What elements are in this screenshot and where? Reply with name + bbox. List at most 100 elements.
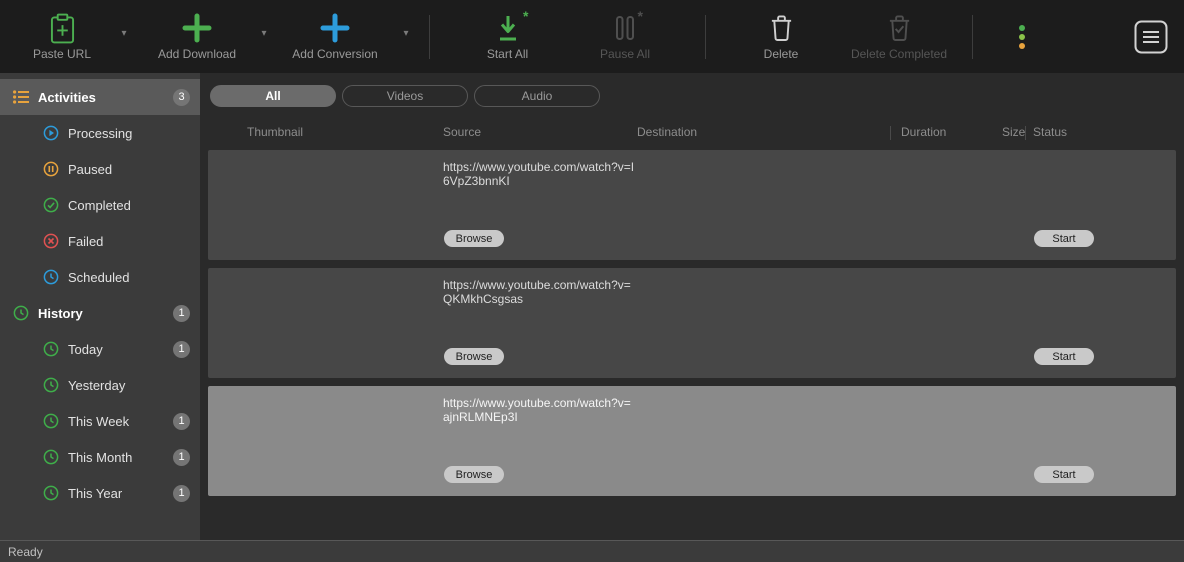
trash-check-icon xyxy=(887,10,912,46)
toolbar-separator xyxy=(429,14,430,59)
download-row[interactable]: https://www.youtube.com/watch?v= QKMkhCs… xyxy=(208,268,1176,378)
sidebar-item-label: Activities xyxy=(38,89,96,105)
delete-completed-button[interactable]: Delete Completed xyxy=(836,0,962,73)
add-download-plus-icon xyxy=(182,10,212,46)
toolbar-separator xyxy=(972,14,973,59)
paste-url-label: Paste URL xyxy=(32,47,92,61)
source-url-line: 6VpZ3bnnKI xyxy=(443,174,510,189)
hamburger-menu-icon xyxy=(1134,20,1168,53)
download-list: https://www.youtube.com/watch?v=I 6VpZ3b… xyxy=(208,150,1176,496)
processing-play-icon xyxy=(42,125,59,142)
pause-all-button[interactable]: * Pause All xyxy=(575,0,675,73)
paste-url-clipboard-icon xyxy=(50,10,75,46)
asterisk-badge: * xyxy=(523,8,529,24)
today-clock-icon xyxy=(42,341,59,358)
count-badge: 1 xyxy=(173,412,190,430)
sidebar-item-label: Yesterday xyxy=(68,377,126,393)
more-options-button[interactable] xyxy=(983,0,1061,73)
sidebar-item-label: Today xyxy=(68,341,103,357)
delete-completed-label: Delete Completed xyxy=(850,47,948,61)
sidebar-item-label: This Month xyxy=(68,449,133,465)
filter-tab-videos[interactable]: Videos xyxy=(342,85,468,107)
column-header-size: Size xyxy=(1002,125,1026,139)
scheduled-clock-icon xyxy=(42,269,59,286)
browse-button[interactable]: Browse xyxy=(444,230,504,247)
count-badge: 1 xyxy=(173,340,190,358)
sidebar-item-label: Scheduled xyxy=(68,269,130,285)
sidebar-item-completed[interactable]: Completed xyxy=(0,187,200,223)
paste-url-dropdown[interactable]: ▾ xyxy=(112,0,136,73)
this-month-clock-icon xyxy=(42,449,59,466)
history-clock-icon xyxy=(12,305,29,322)
status-text: Ready xyxy=(8,544,43,559)
sidebar-item-label: Processing xyxy=(68,125,133,141)
filter-tab-audio[interactable]: Audio xyxy=(474,85,600,107)
paused-pause-icon xyxy=(42,161,59,178)
start-button[interactable]: Start xyxy=(1034,230,1094,247)
chevron-down-icon: ▾ xyxy=(121,28,127,39)
sidebar-item-processing[interactable]: Processing xyxy=(0,115,200,151)
download-row[interactable]: https://www.youtube.com/watch?v=I 6VpZ3b… xyxy=(208,150,1176,260)
activities-list-icon xyxy=(12,89,29,106)
yesterday-clock-icon xyxy=(42,377,59,394)
sidebar-item-paused[interactable]: Paused xyxy=(0,151,200,187)
add-download-label: Add Download xyxy=(157,47,237,61)
pause-all-label: Pause All xyxy=(599,47,651,61)
chevron-down-icon: ▾ xyxy=(261,28,267,39)
source-url: https://www.youtube.com/watch?v=I 6VpZ3b… xyxy=(443,160,634,189)
sidebar-item-label: Paused xyxy=(68,161,113,177)
app-window: Paste URL ▾ Add Download ▾ Add Conversio… xyxy=(0,0,1184,562)
sidebar-item-label: This Week xyxy=(68,413,130,429)
start-button[interactable]: Start xyxy=(1034,466,1094,483)
download-row[interactable]: https://www.youtube.com/watch?v= ajnRLMN… xyxy=(208,386,1176,496)
column-header-duration: Duration xyxy=(901,125,947,139)
start-all-button[interactable]: * Start All xyxy=(440,0,575,73)
window-body: Activities 3 Processing Paused Completed… xyxy=(0,73,1184,540)
delete-button[interactable]: Delete xyxy=(726,0,836,73)
source-url-line: ajnRLMNEp3I xyxy=(443,410,518,425)
failed-x-icon xyxy=(42,233,59,250)
sidebar-item-this-year[interactable]: This Year 1 xyxy=(0,475,200,511)
this-year-clock-icon xyxy=(42,485,59,502)
source-url: https://www.youtube.com/watch?v= ajnRLMN… xyxy=(443,396,631,425)
count-badge: 3 xyxy=(173,88,190,106)
sidebar-item-failed[interactable]: Failed xyxy=(0,223,200,259)
toolbar: Paste URL ▾ Add Download ▾ Add Conversio… xyxy=(0,0,1184,73)
add-download-button[interactable]: Add Download xyxy=(142,0,252,73)
pause-all-icon: * xyxy=(614,8,643,46)
filter-tabs: All Videos Audio xyxy=(210,85,1176,107)
sidebar-item-activities[interactable]: Activities 3 xyxy=(0,79,200,115)
sidebar-item-scheduled[interactable]: Scheduled xyxy=(0,259,200,295)
add-conversion-label: Add Conversion xyxy=(292,47,378,61)
sidebar-item-yesterday[interactable]: Yesterday xyxy=(0,367,200,403)
paste-url-button[interactable]: Paste URL xyxy=(12,0,112,73)
add-conversion-plus-icon xyxy=(320,10,350,46)
start-all-icon: * xyxy=(494,8,529,46)
main-menu-button[interactable] xyxy=(1134,0,1168,73)
trash-icon xyxy=(769,10,794,46)
source-url-line: QKMkhCsgsas xyxy=(443,292,524,307)
count-badge: 1 xyxy=(173,448,190,466)
sidebar-item-this-week[interactable]: This Week 1 xyxy=(0,403,200,439)
completed-check-icon xyxy=(42,197,59,214)
column-header-status: Status xyxy=(1033,125,1068,139)
start-button[interactable]: Start xyxy=(1034,348,1094,365)
add-download-dropdown[interactable]: ▾ xyxy=(252,0,276,73)
sidebar-item-today[interactable]: Today 1 xyxy=(0,331,200,367)
source-url: https://www.youtube.com/watch?v= QKMkhCs… xyxy=(443,278,631,307)
sidebar-item-history[interactable]: History 1 xyxy=(0,295,200,331)
browse-button[interactable]: Browse xyxy=(444,466,504,483)
filter-tab-all[interactable]: All xyxy=(210,85,336,107)
add-conversion-button[interactable]: Add Conversion xyxy=(276,0,394,73)
browse-button[interactable]: Browse xyxy=(444,348,504,365)
status-bar: Ready xyxy=(0,540,1184,562)
sidebar-item-label: This Year xyxy=(68,485,123,501)
sidebar-item-label: Failed xyxy=(68,233,104,249)
table-header: Thumbnail Source Destination Duration Si… xyxy=(208,125,1176,143)
column-header-source: Source xyxy=(443,125,482,139)
sidebar-item-label: Completed xyxy=(68,197,131,213)
sidebar-item-this-month[interactable]: This Month 1 xyxy=(0,439,200,475)
add-conversion-dropdown[interactable]: ▾ xyxy=(394,0,418,73)
this-week-clock-icon xyxy=(42,413,59,430)
sidebar-item-label: History xyxy=(38,305,83,321)
